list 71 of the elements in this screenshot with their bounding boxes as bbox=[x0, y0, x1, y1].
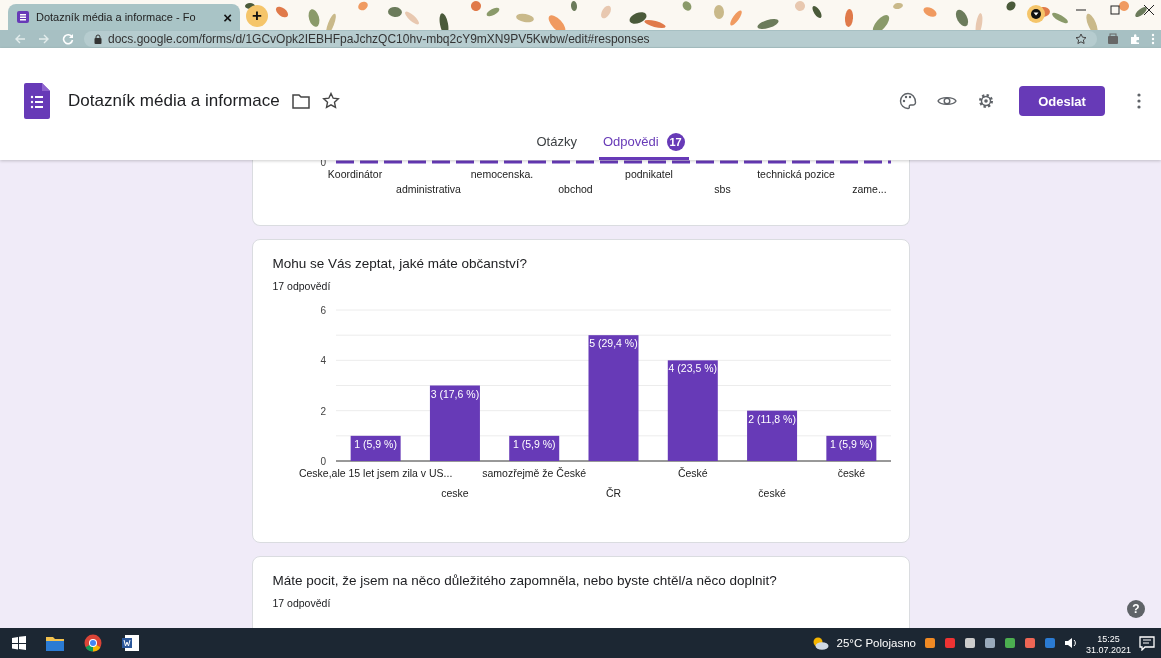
bar-value-label: 2 (11,8 %) bbox=[747, 412, 796, 425]
y-axis-label: 2 bbox=[319, 405, 326, 417]
windows-start-icon[interactable] bbox=[12, 636, 26, 650]
response-count: 17 odpovědí bbox=[272, 597, 332, 609]
x-axis-label: samozřejmě že České bbox=[481, 467, 586, 479]
folder-icon[interactable] bbox=[291, 93, 310, 109]
url-text: docs.google.com/forms/d/1GCvOpk2IEBHFpaJchzQC10hv-mbq2cY9mXN9PV5Kwbw/edit#responses bbox=[108, 32, 651, 46]
eye-icon[interactable] bbox=[937, 94, 957, 108]
forms-logo-icon[interactable] bbox=[24, 83, 50, 119]
x-axis-label: České bbox=[677, 467, 708, 479]
notification-icon[interactable] bbox=[1139, 635, 1155, 651]
forms-icon bbox=[16, 10, 30, 24]
x-axis-label: technická pozice bbox=[756, 168, 835, 180]
question-title: Máte pocit, že jsem na něco důležitého zapomněla, nebo byste chtěl/a něco doplnit? bbox=[272, 573, 778, 588]
tab-title: Dotazník média a informace - Fo bbox=[36, 11, 197, 23]
address-bar[interactable]: docs.google.com/forms/d/1GCvOpk2IEBHFpaJchzQC10hv-mbq2cY9mXN9PV5Kwbw/edit#responses bbox=[84, 31, 1097, 47]
x-axis-label: české bbox=[837, 467, 865, 479]
clock-time: 15:25 bbox=[1097, 634, 1120, 645]
x-axis-label: podnikatel bbox=[624, 168, 673, 180]
y-axis-label: 6 bbox=[319, 305, 326, 316]
close-tab-button[interactable]: × bbox=[223, 8, 232, 26]
palette-icon[interactable] bbox=[899, 92, 917, 110]
x-axis-label: obchod bbox=[557, 183, 593, 195]
bar[interactable] bbox=[588, 335, 638, 461]
bar-value-label: 1 (5,9 %) bbox=[512, 437, 555, 450]
browser-tab[interactable]: Dotazník média a informace - Fo × bbox=[8, 4, 240, 30]
star-icon[interactable] bbox=[1075, 33, 1087, 45]
help-button[interactable]: ? bbox=[1127, 600, 1145, 618]
count-badge: 17 bbox=[666, 132, 685, 151]
bar-value-label: 3 (17,6 %) bbox=[430, 387, 479, 400]
speaker-icon[interactable] bbox=[1063, 637, 1078, 649]
x-axis-label: zame... bbox=[851, 183, 887, 195]
response-count: 17 odpovědí bbox=[272, 280, 332, 292]
document-app-icon[interactable] bbox=[122, 634, 140, 652]
y-axis-label: 0 bbox=[319, 456, 326, 467]
bar-value-label: 1 (5,9 %) bbox=[353, 437, 397, 450]
bar[interactable] bbox=[825, 435, 876, 461]
settings-icon[interactable] bbox=[977, 92, 995, 110]
bar[interactable] bbox=[429, 385, 480, 461]
x-axis-label: sbs bbox=[713, 183, 731, 195]
y-axis-label: 4 bbox=[319, 355, 326, 367]
x-axis-label: Ceske,ale 15 let jsem zila v US... bbox=[298, 467, 452, 479]
star-icon[interactable] bbox=[321, 92, 340, 110]
bar-value-label: 1 (5,9 %) bbox=[829, 437, 873, 450]
more-vertical-icon[interactable] bbox=[1137, 93, 1141, 109]
form-title: Dotazník média a informace bbox=[68, 91, 280, 111]
bar-value-label: 4 (23,5 %) bbox=[668, 362, 717, 375]
bar[interactable] bbox=[350, 435, 401, 461]
bar[interactable] bbox=[667, 360, 718, 461]
close-icon[interactable] bbox=[1143, 4, 1155, 16]
x-axis-label: ČR bbox=[605, 487, 621, 499]
bar[interactable] bbox=[746, 410, 797, 461]
lock-icon bbox=[94, 34, 102, 44]
bar-value-label: 5 (29,4 %) bbox=[588, 337, 638, 350]
x-axis-label: Koordinátor bbox=[327, 168, 382, 180]
maximize-icon[interactable] bbox=[1109, 4, 1121, 16]
bar[interactable] bbox=[508, 435, 559, 461]
x-axis-label: administrativa bbox=[395, 183, 461, 195]
form-tab[interactable]: Otázky bbox=[532, 126, 581, 160]
extension-badge-icon[interactable] bbox=[1107, 33, 1119, 45]
x-axis-label: české bbox=[757, 487, 786, 499]
question-title: Mohu se Vás zeptat, jaké máte občanství? bbox=[272, 256, 528, 271]
tab-search-icon[interactable] bbox=[1026, 4, 1046, 24]
x-axis-label: nemocenska. bbox=[470, 168, 533, 180]
clock-date: 31.07.2021 bbox=[1085, 645, 1131, 656]
weather-text: 25°C Polojasno bbox=[836, 637, 916, 649]
chrome-icon[interactable] bbox=[84, 634, 102, 652]
folder-icon[interactable] bbox=[46, 635, 64, 651]
x-axis-label: ceske bbox=[440, 487, 469, 499]
send-button[interactable]: Odeslat bbox=[1019, 86, 1105, 116]
new-tab-button[interactable]: + bbox=[246, 5, 268, 27]
